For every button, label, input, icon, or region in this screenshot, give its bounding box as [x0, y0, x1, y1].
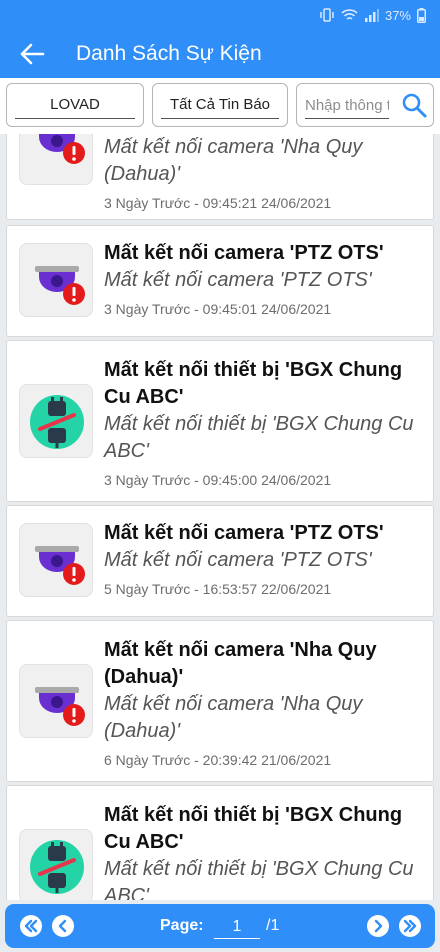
pagination-bar: Page: 1 /1 — [5, 904, 435, 948]
type-select-value: Tất Cả Tin Báo — [161, 92, 279, 119]
app-bar: Danh Sách Sự Kiện — [0, 30, 440, 78]
page-label: Page: — [160, 917, 204, 934]
event-title: Mất kết nối camera 'PTZ OTS' — [104, 242, 384, 264]
event-title: Mất kết nối thiết bị 'BGX Chung Cu ABC' — [104, 359, 403, 408]
back-button[interactable] — [0, 30, 64, 78]
camera-offline-icon — [19, 134, 93, 185]
event-card[interactable]: Mất kết nối camera 'Nha Quy (Dahua)' Mất… — [6, 620, 434, 782]
signal-icon — [364, 8, 379, 22]
event-title: Mất kết nối thiết bị 'BGX Chung Cu ABC' — [104, 804, 403, 853]
device-disconnected-icon — [19, 829, 93, 900]
type-select[interactable]: Tất Cả Tin Báo — [152, 83, 288, 127]
search-icon — [402, 93, 427, 118]
status-bar: 37% — [0, 0, 440, 30]
double-chevron-right-icon — [399, 915, 421, 937]
event-title: Mất kết nối camera 'Nha Quy (Dahua)' — [104, 639, 377, 688]
vibrate-icon — [319, 8, 335, 22]
page-total: /1 — [266, 917, 280, 934]
next-page-button[interactable] — [366, 914, 390, 938]
event-description: Mất kết nối thiết bị 'BGX Chung Cu ABC' — [104, 413, 414, 462]
event-card[interactable]: Mất kết nối camera 'PTZ OTS' Mất kết nối… — [6, 225, 434, 337]
battery-percent: 37% — [384, 7, 411, 23]
event-time: 3 Ngày Trước - 09:45:21 24/06/2021 — [104, 195, 332, 211]
event-card[interactable]: Mất kết nối thiết bị 'BGX Chung Cu ABC' … — [6, 785, 434, 900]
search-box — [296, 83, 434, 127]
event-card[interactable]: Mất kết nối camera 'PTZ OTS' Mất kết nối… — [6, 505, 434, 617]
event-time: 6 Ngày Trước - 20:39:42 21/06/2021 — [104, 752, 332, 768]
camera-offline-icon — [19, 523, 93, 597]
event-description: Mất kết nối camera 'PTZ OTS' — [104, 549, 372, 571]
search-button[interactable] — [401, 92, 427, 118]
site-select-value: LOVAD — [15, 92, 135, 119]
event-title: Mất kết nối camera 'PTZ OTS' — [104, 522, 384, 544]
last-page-button[interactable] — [398, 914, 422, 938]
arrow-left-icon — [20, 43, 45, 65]
camera-offline-icon — [19, 664, 93, 738]
event-list: Mất kết nối camera 'Nha Quy (Dahua)' 3 N… — [0, 134, 440, 900]
double-chevron-left-icon — [20, 915, 42, 937]
device-disconnected-icon — [19, 384, 93, 458]
camera-offline-icon — [19, 243, 93, 317]
chevron-right-icon — [367, 915, 389, 937]
event-description: Mất kết nối thiết bị 'BGX Chung Cu ABC' — [104, 858, 414, 900]
event-time: 3 Ngày Trước - 09:45:01 24/06/2021 — [104, 301, 332, 317]
event-time: 3 Ngày Trước - 09:45:00 24/06/2021 — [104, 472, 332, 488]
wifi-icon — [341, 8, 358, 22]
search-input[interactable] — [305, 92, 389, 119]
first-page-button[interactable] — [19, 914, 43, 938]
prev-page-button[interactable] — [51, 914, 75, 938]
event-time: 5 Ngày Trước - 16:53:57 22/06/2021 — [104, 581, 332, 597]
site-select[interactable]: LOVAD — [6, 83, 144, 127]
event-description: Mất kết nối camera 'Nha Quy (Dahua)' — [104, 136, 363, 185]
battery-icon — [417, 7, 426, 23]
page-input[interactable]: 1 — [214, 916, 260, 939]
page-title: Danh Sách Sự Kiện — [76, 42, 262, 65]
event-description: Mất kết nối camera 'Nha Quy (Dahua)' — [104, 693, 363, 742]
event-card[interactable]: Mất kết nối thiết bị 'BGX Chung Cu ABC' … — [6, 340, 434, 502]
chevron-left-icon — [52, 915, 74, 937]
filter-bar: LOVAD Tất Cả Tin Báo — [0, 78, 440, 134]
event-description: Mất kết nối camera 'PTZ OTS' — [104, 269, 372, 291]
event-card[interactable]: Mất kết nối camera 'Nha Quy (Dahua)' 3 N… — [6, 134, 434, 220]
